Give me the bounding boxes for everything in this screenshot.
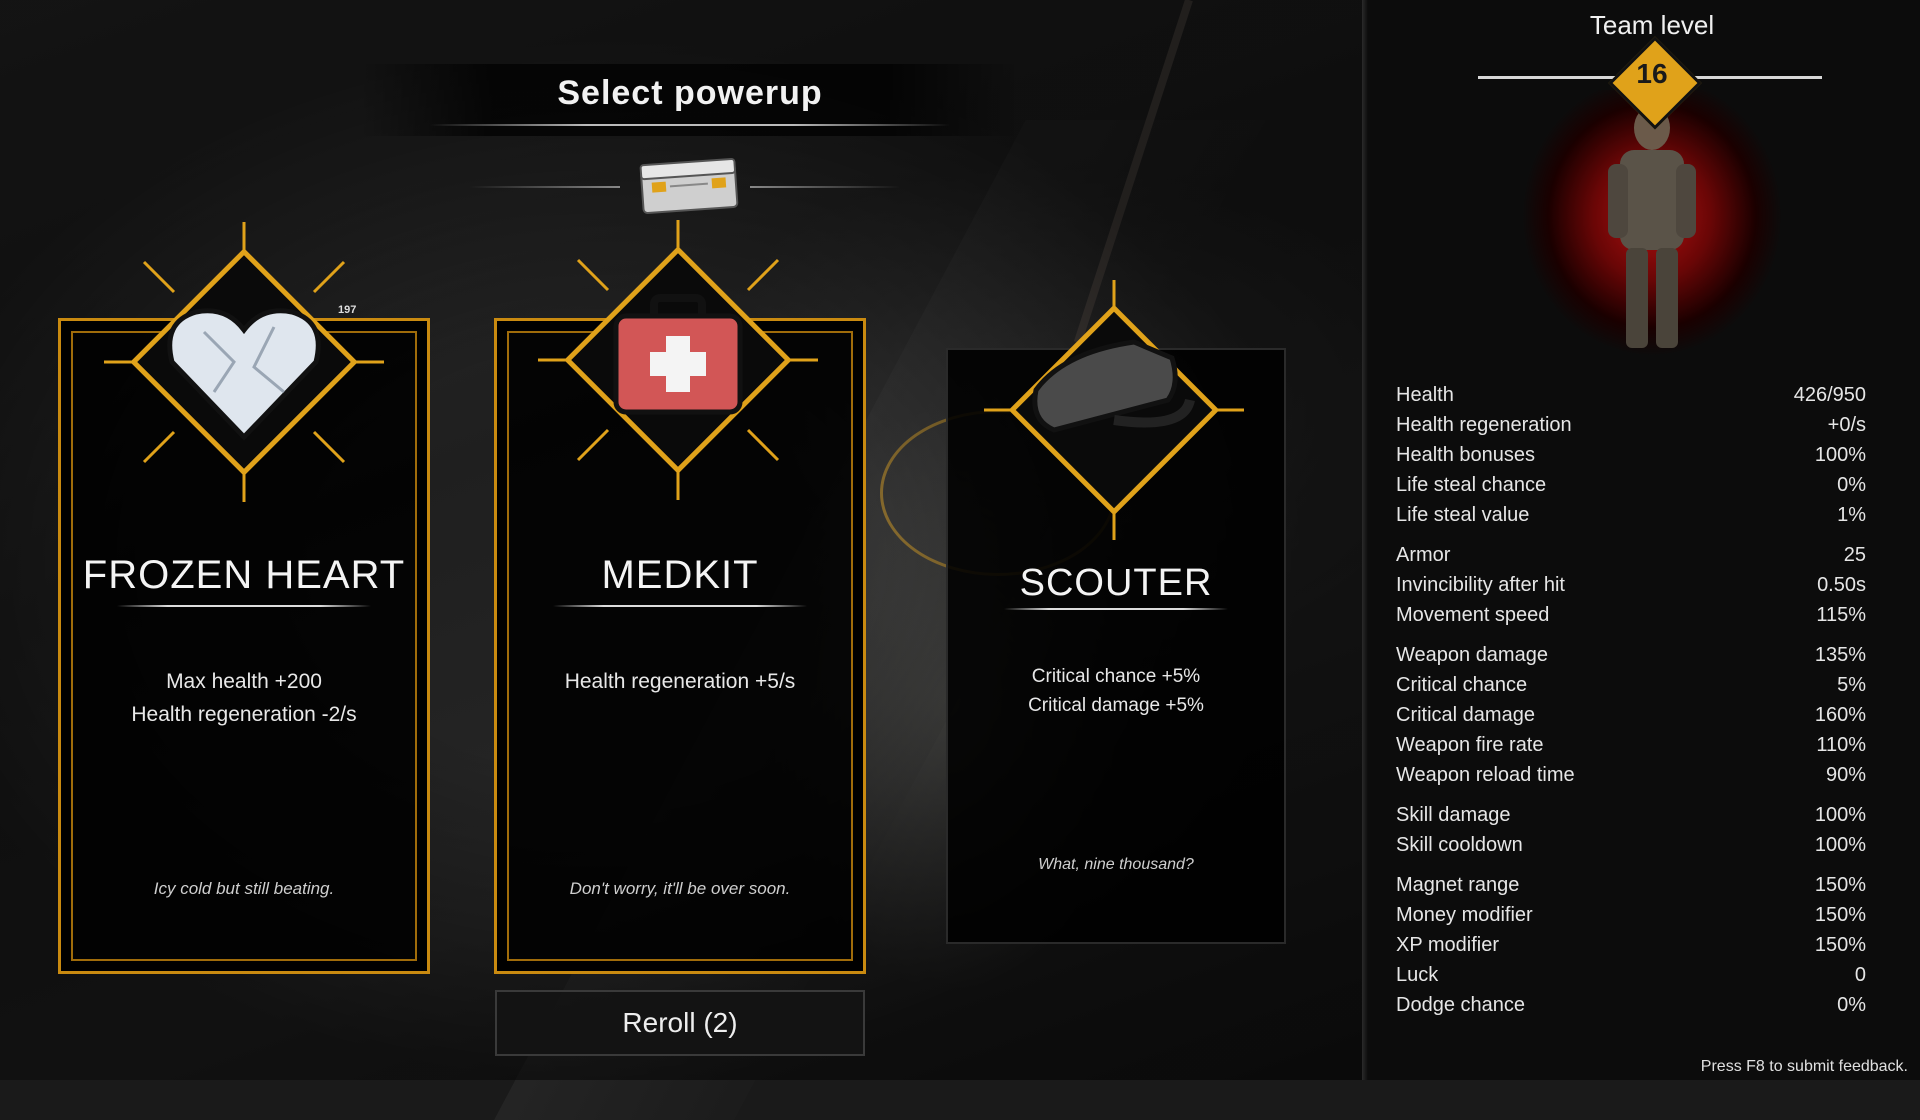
stat-label: Health regeneration: [1396, 414, 1572, 436]
stat-label: Money modifier: [1396, 904, 1533, 926]
stats-group-skill: Skill damage 100% Skill cooldown 100%: [1396, 800, 1866, 860]
card-flavor-text: What, nine thousand?: [1038, 856, 1194, 873]
stat-value: 160%: [1814, 704, 1866, 726]
page-title: Select powerup: [557, 74, 823, 112]
stat-value: 1%: [1837, 504, 1866, 526]
stat-label: XP modifier: [1396, 934, 1500, 956]
stat-row: Health 426/950: [1396, 380, 1866, 410]
stat-value: 150%: [1814, 874, 1866, 896]
stat-value: 100%: [1814, 804, 1866, 826]
card-effect-line: Critical damage +5%: [1028, 695, 1204, 716]
stat-label: Skill damage: [1396, 804, 1511, 826]
stat-value: 110%: [1816, 734, 1866, 756]
stat-value: 5%: [1837, 674, 1866, 696]
stat-row: Weapon reload time 90%: [1396, 760, 1866, 790]
card-title: MEDKIT: [601, 553, 759, 597]
stat-row: Skill cooldown 100%: [1396, 830, 1866, 860]
feedback-hint: Press F8 to submit feedback.: [1700, 1058, 1908, 1075]
stat-value: 100%: [1814, 834, 1866, 856]
title-divider: [430, 124, 950, 126]
stat-value: 150%: [1814, 904, 1866, 926]
card-effect-line: Health regeneration -2/s: [131, 703, 357, 726]
stat-label: Movement speed: [1396, 604, 1550, 626]
card-badge-number: 197: [338, 304, 357, 316]
stat-label: Life steal chance: [1396, 474, 1547, 496]
stat-row: Weapon damage 135%: [1396, 640, 1866, 670]
team-level-label: Team level: [1589, 10, 1715, 40]
character-portrait: [1512, 90, 1792, 370]
stat-row: Movement speed 115%: [1396, 600, 1866, 630]
stat-row: Critical damage 160%: [1396, 700, 1866, 730]
crate-icon: [639, 157, 739, 214]
reroll-button[interactable]: Reroll (2): [495, 990, 865, 1056]
card-flavor-text: Icy cold but still beating.: [153, 879, 335, 898]
stat-row: Dodge chance 0%: [1396, 990, 1866, 1020]
stat-label: Weapon fire rate: [1396, 734, 1544, 756]
stat-value: 0.50s: [1817, 574, 1866, 596]
stat-label: Critical damage: [1396, 704, 1535, 726]
stat-label: Armor: [1396, 544, 1451, 566]
stat-row: Weapon fire rate 110%: [1396, 730, 1866, 760]
scouter-icon: [984, 280, 1244, 540]
stat-label: Life steal value: [1396, 504, 1530, 526]
stat-value: 0%: [1837, 474, 1866, 496]
stat-value: 426/950: [1793, 384, 1866, 406]
character-avatar: [1608, 106, 1696, 348]
frozen-heart-icon: [104, 222, 384, 502]
stat-label: Invincibility after hit: [1396, 574, 1565, 596]
stat-row: Money modifier 150%: [1396, 900, 1866, 930]
card-effects: Max health +200 Health regeneration -2/s: [61, 665, 427, 731]
card-flavor-text: Don't worry, it'll be over soon.: [569, 879, 791, 898]
stat-row: Health bonuses 100%: [1396, 440, 1866, 470]
card-effect-line: Health regeneration +5/s: [564, 670, 796, 693]
card-title-divider: [1004, 608, 1228, 610]
stat-value: 90%: [1825, 764, 1866, 786]
stat-value: 115%: [1816, 604, 1866, 626]
stat-label: Luck: [1396, 964, 1439, 986]
stat-row: Critical chance 5%: [1396, 670, 1866, 700]
stat-label: Dodge chance: [1396, 994, 1525, 1016]
stat-row: Luck 0: [1396, 960, 1866, 990]
team-level-value: 16: [1636, 58, 1668, 89]
stat-value: 100%: [1814, 444, 1866, 466]
stat-label: Skill cooldown: [1396, 834, 1523, 856]
panel-edge: [1362, 0, 1368, 1080]
stat-row: XP modifier 150%: [1396, 930, 1866, 960]
card-title: SCOUTER: [1019, 562, 1213, 604]
stat-row: Life steal chance 0%: [1396, 470, 1866, 500]
stat-row: Magnet range 150%: [1396, 870, 1866, 900]
stat-value: 25: [1843, 544, 1866, 566]
stat-label: Weapon damage: [1396, 644, 1548, 666]
stats-group-misc: Magnet range 150% Money modifier 150% XP m…: [1396, 870, 1866, 1020]
stat-value: 135%: [1814, 644, 1866, 666]
stat-label: Weapon reload time: [1396, 764, 1575, 786]
stat-value: +0/s: [1827, 414, 1866, 436]
crate-divider-left: [470, 186, 620, 188]
stats-list: Health 426/950 Health regeneration +0/s He…: [1396, 380, 1866, 1030]
card-effects: Critical chance +5% Critical damage +5%: [948, 662, 1284, 720]
stat-row: Armor 25: [1396, 540, 1866, 570]
stat-row: Skill damage 100%: [1396, 800, 1866, 830]
card-effect-line: Max health +200: [166, 670, 322, 693]
crate-divider-right: [750, 186, 900, 188]
stat-label: Health bonuses: [1396, 444, 1535, 466]
stat-value: 0%: [1837, 994, 1866, 1016]
card-effects: Health regeneration +5/s: [497, 665, 863, 698]
stat-row: Life steal value 1%: [1396, 500, 1866, 530]
stats-group-health: Health 426/950 Health regeneration +0/s He…: [1396, 380, 1866, 530]
stat-label: Magnet range: [1396, 874, 1520, 896]
card-title: FROZEN HEART: [82, 553, 406, 597]
stat-row: Health regeneration +0/s: [1396, 410, 1866, 440]
medkit-icon: [538, 220, 818, 500]
card-effect-line: Critical chance +5%: [1031, 666, 1201, 687]
stat-row: Invincibility after hit 0.50s: [1396, 570, 1866, 600]
card-title-divider: [117, 605, 371, 607]
stats-group-defense: Armor 25 Invincibility after hit 0.50s Mov…: [1396, 540, 1866, 630]
stat-label: Critical chance: [1396, 674, 1528, 696]
stat-value: 150%: [1814, 934, 1866, 956]
stats-group-weapon: Weapon damage 135% Critical chance 5% Crit…: [1396, 640, 1866, 790]
stat-value: 0: [1854, 964, 1866, 986]
card-title-divider: [553, 605, 807, 607]
stat-label: Health: [1396, 384, 1454, 406]
